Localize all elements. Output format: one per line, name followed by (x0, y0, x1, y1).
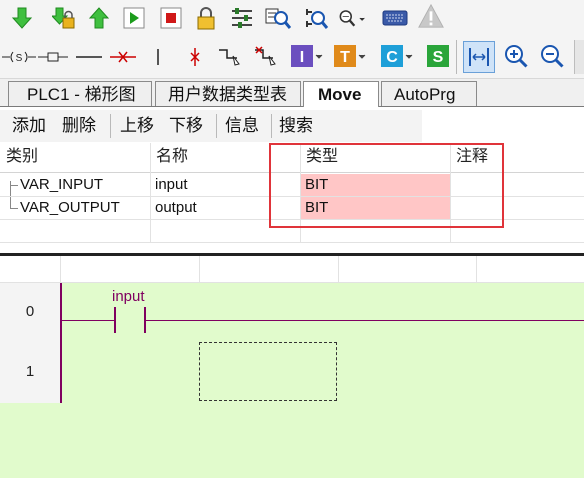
i-block-letter: I (300, 49, 304, 66)
lock-arrow-icon[interactable] (50, 4, 78, 32)
toolbar-overflow[interactable] (574, 40, 584, 74)
download-arrow-icon[interactable] (8, 4, 36, 32)
column-header-category[interactable]: 类别 (0, 143, 150, 170)
I-block-icon[interactable]: I (290, 42, 324, 70)
svg-text:S: S (16, 53, 23, 64)
coil-set-icon[interactable]: S (2, 43, 36, 71)
move-up-button[interactable]: 上移 (120, 110, 154, 142)
tab-user-data-types[interactable]: 用户数据类型表 (155, 81, 301, 106)
s-block-letter: S (433, 49, 444, 66)
C-block-icon[interactable]: C (380, 42, 414, 70)
highlight-box (269, 143, 504, 228)
t-block-letter: T (340, 49, 350, 66)
delete-button[interactable]: 删除 (62, 110, 96, 142)
warning-icon[interactable] (417, 2, 445, 30)
run-icon[interactable] (120, 4, 148, 32)
upload-arrow-icon[interactable] (85, 4, 113, 32)
delete-line-icon[interactable] (108, 43, 138, 71)
line-icon[interactable] (74, 43, 104, 71)
ladder-canvas-empty[interactable] (0, 403, 584, 478)
toolbar-separator (456, 40, 457, 74)
delete-vertical-icon[interactable] (183, 43, 207, 71)
fit-width-icon[interactable] (463, 41, 495, 73)
delete-branch-icon[interactable] (252, 43, 280, 71)
find-zoom-icon[interactable] (338, 4, 366, 32)
vertical-line-icon[interactable] (146, 43, 170, 71)
zoom-out-icon[interactable] (538, 42, 566, 70)
contact-label[interactable]: input (112, 288, 145, 305)
table-row-category[interactable]: VAR_INPUT (20, 174, 148, 196)
contact-icon[interactable] (38, 43, 68, 71)
rung-wire (62, 320, 114, 321)
add-button[interactable]: 添加 (12, 110, 46, 142)
rung-number[interactable]: 0 (0, 303, 60, 320)
zoom-in-icon[interactable] (502, 42, 530, 70)
rung-number[interactable]: 1 (0, 363, 60, 380)
table-row-category[interactable]: VAR_OUTPUT (20, 197, 148, 219)
ladder-toolbar: S I T C S (0, 36, 584, 79)
S-block-icon[interactable]: S (424, 42, 452, 70)
info-button[interactable]: 信息 (225, 110, 259, 142)
editor-tabs: PLC1 - 梯形图 用户数据类型表 Move AutoPrg (0, 79, 584, 107)
lock-icon[interactable] (192, 4, 220, 32)
T-block-icon[interactable]: T (333, 42, 367, 70)
monitor-zoom-icon[interactable] (264, 4, 292, 32)
c-block-letter: C (386, 49, 398, 66)
tab-plc1-ladder[interactable]: PLC1 - 梯形图 (8, 81, 152, 106)
tab-autoprg[interactable]: AutoPrg (381, 81, 477, 106)
refresh-zoom-icon[interactable] (302, 4, 330, 32)
rung-gutter: 0 1 (0, 283, 60, 403)
settings-sliders-icon[interactable] (228, 4, 256, 32)
contact-left-bar[interactable] (114, 307, 116, 333)
variable-actions-bar: 添加 删除 上移 下移 信息 搜索 (0, 110, 422, 142)
rung-wire (146, 320, 584, 321)
search-button[interactable]: 搜索 (279, 110, 313, 142)
stop-icon[interactable] (157, 4, 185, 32)
left-power-rail (60, 283, 62, 403)
tab-move[interactable]: Move (303, 81, 379, 107)
selection-cursor[interactable] (199, 342, 337, 401)
main-toolbar (0, 0, 584, 36)
branch-icon[interactable] (216, 43, 244, 71)
ladder-column-header (0, 256, 584, 283)
move-down-button[interactable]: 下移 (169, 110, 203, 142)
keyboard-icon[interactable] (381, 4, 409, 32)
